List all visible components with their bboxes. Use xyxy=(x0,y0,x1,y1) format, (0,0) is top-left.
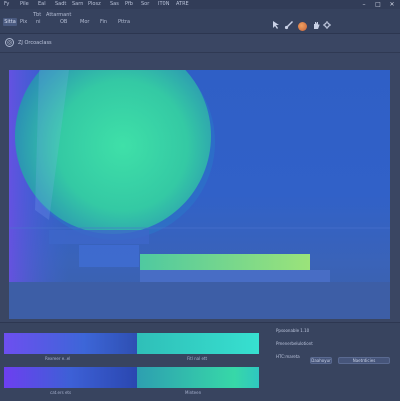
menu-item-1[interactable]: Fy xyxy=(4,1,9,7)
minimize-button[interactable]: – xyxy=(358,0,370,9)
info-line-3: HTC:mareta xyxy=(276,354,300,359)
toolbar-label-1[interactable]: Pix xyxy=(20,19,27,25)
menu-item-9[interactable]: Sor xyxy=(141,1,149,7)
toolbar: Tbt Attarmant Sitta Pix ni OB Mor Fin Pt… xyxy=(0,9,400,37)
gradient-swatch-teal[interactable] xyxy=(137,333,259,354)
gradient-swatch-violet[interactable] xyxy=(4,367,137,388)
settings-icon[interactable] xyxy=(322,20,332,30)
swatch-label-1: Rexreer e..el xyxy=(45,356,71,361)
toolbar-label-6[interactable]: Pttra xyxy=(118,19,130,25)
viewport-canvas[interactable] xyxy=(9,70,390,319)
hand-icon[interactable] xyxy=(311,20,321,30)
control-button-1[interactable]: Daahoyur xyxy=(310,357,332,364)
floor-block-back xyxy=(49,230,149,244)
toolbar-row1-label-1[interactable]: Tbt xyxy=(33,12,41,18)
avatar[interactable] xyxy=(298,22,307,31)
swatch-label-3: cat.ers ets xyxy=(50,390,72,395)
brush-icon[interactable] xyxy=(284,20,294,30)
toolbar-row1-label-2[interactable]: Attarmant xyxy=(46,12,71,18)
floor-slab xyxy=(9,282,390,319)
cursor-icon[interactable] xyxy=(271,20,281,30)
info-line-2: Pmenerbelulotiont xyxy=(276,341,313,346)
menu-item-3[interactable]: Eal xyxy=(38,1,46,7)
swatch-label-2: Fitl nal ett xyxy=(187,356,208,361)
menu-item-4[interactable]: Sadt xyxy=(55,1,66,7)
toolbar-label-5[interactable]: Fin xyxy=(100,19,107,25)
menu-bar: Fy Pile Eal Sadt Sarn Plosz Sas Pfb Sor … xyxy=(0,0,400,9)
menu-item-2[interactable]: Pile xyxy=(20,1,29,7)
toolbar-label-2[interactable]: ni xyxy=(36,19,41,25)
close-button[interactable]: ✕ xyxy=(386,0,398,9)
menu-item-10[interactable]: IT0N xyxy=(158,1,169,7)
control-field-1[interactable]: Naetrdicies xyxy=(338,357,390,364)
address-text[interactable]: ZJ Orcoaclass xyxy=(18,40,52,46)
tab-active[interactable]: Sitta xyxy=(3,18,17,26)
floor-bar-shadow xyxy=(140,270,330,282)
maximize-button[interactable]: □ xyxy=(372,0,384,9)
floor-bar xyxy=(140,254,310,270)
menu-item-7[interactable]: Sas xyxy=(110,1,119,7)
swatch-label-4: Minteen xyxy=(185,390,202,395)
gradient-swatch-green[interactable] xyxy=(137,367,259,388)
menu-item-8[interactable]: Pfb xyxy=(125,1,133,7)
menu-item-11[interactable]: ATRE xyxy=(176,1,189,7)
info-line-1: Ppsoonable 1.10 xyxy=(276,328,310,333)
toolbar-label-3[interactable]: OB xyxy=(60,19,67,25)
floor-block-left xyxy=(79,245,139,267)
address-bar xyxy=(0,34,400,53)
viewport-scene xyxy=(9,70,390,319)
gradient-swatch-purple[interactable] xyxy=(4,333,137,354)
menu-item-6[interactable]: Plosz xyxy=(88,1,101,7)
toolbar-label-4[interactable]: Mor xyxy=(80,19,89,25)
location-icon[interactable]: ◎ xyxy=(5,38,14,47)
menu-item-5[interactable]: Sarn xyxy=(72,1,83,7)
